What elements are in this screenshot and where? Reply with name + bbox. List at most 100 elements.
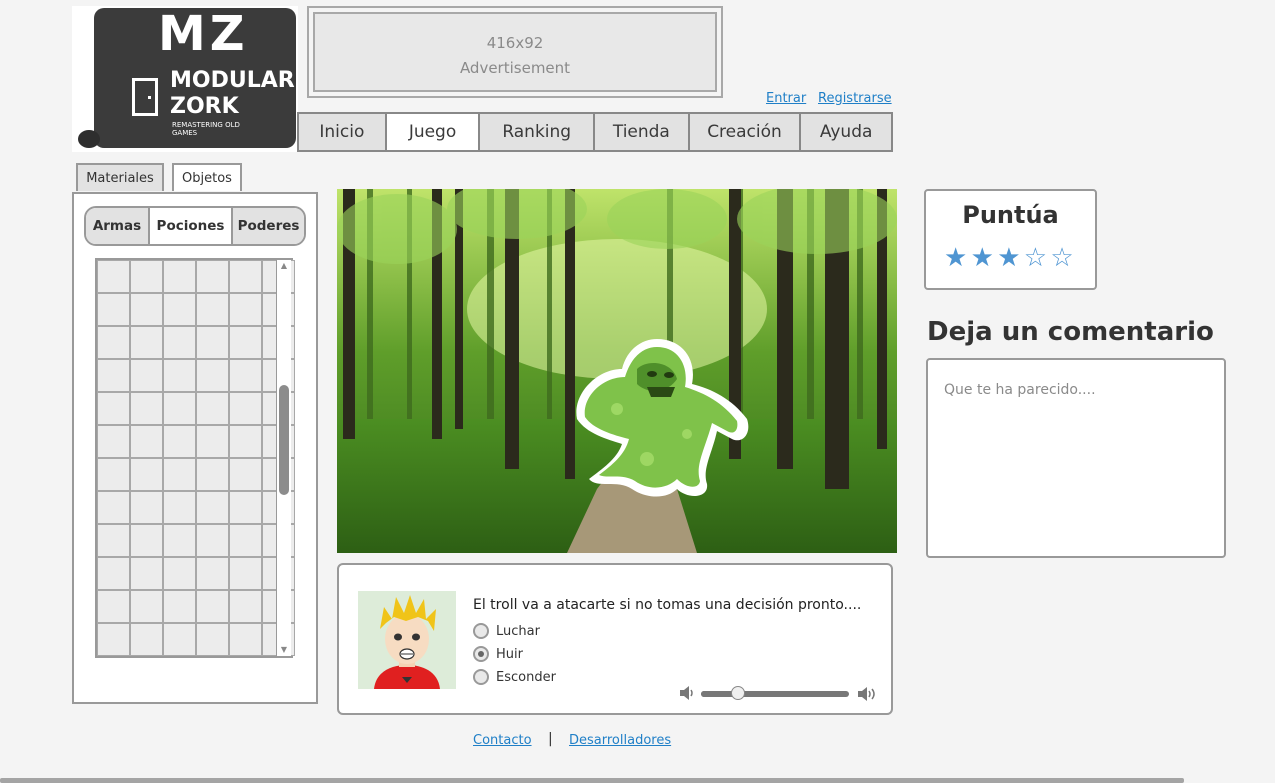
volume-high-icon[interactable]	[857, 686, 879, 702]
tab-materiales[interactable]: Materiales	[76, 163, 164, 191]
tab-tienda[interactable]: Tienda	[595, 114, 690, 150]
subtab-armas[interactable]: Armas	[86, 208, 150, 244]
horizontal-scrollbar[interactable]	[0, 778, 1184, 783]
inventory-slot[interactable]	[97, 590, 130, 623]
inventory-slot[interactable]	[163, 557, 196, 590]
scroll-up-icon[interactable]: ▲	[277, 260, 291, 272]
inventory-slot[interactable]	[196, 260, 229, 293]
inventory-slot[interactable]	[97, 293, 130, 326]
inventory-slot[interactable]	[163, 392, 196, 425]
game-scene[interactable]	[337, 189, 897, 553]
inventory-slot[interactable]	[196, 458, 229, 491]
tab-inicio[interactable]: Inicio	[299, 114, 387, 150]
subtab-pociones[interactable]: Pociones	[150, 208, 233, 244]
inventory-slot[interactable]	[130, 425, 163, 458]
inventory-slot[interactable]	[196, 524, 229, 557]
inventory-slot[interactable]	[97, 524, 130, 557]
tab-ranking[interactable]: Ranking	[480, 114, 595, 150]
rating-stars[interactable]: ★ ★ ★ ☆ ☆	[944, 245, 1077, 271]
inventory-slot[interactable]	[229, 524, 262, 557]
inventory-slot[interactable]	[163, 326, 196, 359]
inventory-slot[interactable]	[163, 458, 196, 491]
tab-ayuda[interactable]: Ayuda	[801, 114, 893, 150]
option-huir[interactable]: Huir	[473, 646, 523, 662]
inventory-slot[interactable]	[163, 260, 196, 293]
advertisement-banner[interactable]: 416x92 Advertisement	[307, 6, 723, 98]
inventory-slot[interactable]	[229, 491, 262, 524]
star-filled-icon[interactable]: ★	[997, 245, 1024, 271]
inventory-slot[interactable]	[97, 425, 130, 458]
inventory-slot[interactable]	[97, 491, 130, 524]
inventory-scrollbar[interactable]: ▲ ▼	[276, 260, 291, 656]
inventory-slot[interactable]	[97, 623, 130, 656]
inventory-slot[interactable]	[229, 458, 262, 491]
inventory-slot[interactable]	[196, 590, 229, 623]
volume-slider-knob[interactable]	[731, 686, 745, 700]
inventory-slot[interactable]	[229, 359, 262, 392]
inventory-slot[interactable]	[97, 557, 130, 590]
inventory-slot[interactable]	[196, 491, 229, 524]
scroll-down-icon[interactable]: ▼	[277, 644, 291, 656]
logo[interactable]: MZ MODULAR ZORK REMASTERING OLD GAMES	[72, 6, 298, 152]
inventory-slot[interactable]	[229, 623, 262, 656]
inventory-slot[interactable]	[130, 458, 163, 491]
inventory-slot[interactable]	[229, 392, 262, 425]
inventory-slot[interactable]	[130, 326, 163, 359]
volume-slider[interactable]	[701, 686, 849, 700]
tab-objetos[interactable]: Objetos	[172, 163, 242, 191]
inventory-slot[interactable]	[130, 557, 163, 590]
inventory-slot[interactable]	[97, 326, 130, 359]
subtab-poderes[interactable]: Poderes	[233, 208, 304, 244]
inventory-slot[interactable]	[163, 491, 196, 524]
inventory-slot[interactable]	[229, 557, 262, 590]
footer-contact-link[interactable]: Contacto	[473, 733, 532, 748]
inventory-slot[interactable]	[196, 293, 229, 326]
inventory-slot[interactable]	[97, 458, 130, 491]
inventory-slot[interactable]	[130, 524, 163, 557]
inventory-slot[interactable]	[130, 359, 163, 392]
inventory-slot[interactable]	[196, 392, 229, 425]
inventory-slot[interactable]	[163, 359, 196, 392]
inventory-slot[interactable]	[229, 425, 262, 458]
inventory-slot[interactable]	[196, 623, 229, 656]
inventory-slot[interactable]	[196, 326, 229, 359]
radio-luchar[interactable]	[473, 623, 489, 639]
inventory-slot[interactable]	[229, 293, 262, 326]
register-link[interactable]: Registrarse	[818, 91, 892, 106]
inventory-slot[interactable]	[97, 392, 130, 425]
inventory-slot[interactable]	[229, 326, 262, 359]
scrollbar-thumb[interactable]	[279, 385, 289, 495]
login-link[interactable]: Entrar	[766, 91, 806, 106]
star-empty-icon[interactable]: ☆	[1024, 245, 1051, 271]
inventory-slot[interactable]	[130, 293, 163, 326]
inventory-slot[interactable]	[163, 623, 196, 656]
star-filled-icon[interactable]: ★	[971, 245, 998, 271]
inventory-slot[interactable]	[229, 590, 262, 623]
inventory-slot[interactable]	[130, 590, 163, 623]
option-luchar[interactable]: Luchar	[473, 623, 540, 639]
option-esconder[interactable]: Esconder	[473, 669, 556, 685]
inventory-slot[interactable]	[163, 293, 196, 326]
star-filled-icon[interactable]: ★	[944, 245, 971, 271]
volume-low-icon[interactable]	[679, 686, 695, 700]
tab-juego[interactable]: Juego	[386, 114, 481, 150]
inventory-slot[interactable]	[229, 260, 262, 293]
inventory-slot[interactable]	[130, 491, 163, 524]
tab-creacion[interactable]: Creación	[689, 114, 802, 150]
inventory-slot[interactable]	[97, 359, 130, 392]
inventory-slot[interactable]	[97, 260, 130, 293]
star-empty-icon[interactable]: ☆	[1050, 245, 1077, 271]
inventory-slot[interactable]	[130, 623, 163, 656]
inventory-slot[interactable]	[196, 425, 229, 458]
footer-developers-link[interactable]: Desarrolladores	[569, 733, 671, 748]
inventory-slot[interactable]	[163, 425, 196, 458]
inventory-slot[interactable]	[130, 392, 163, 425]
radio-esconder[interactable]	[473, 669, 489, 685]
inventory-slot[interactable]	[130, 260, 163, 293]
comment-input[interactable]	[926, 358, 1226, 558]
radio-huir[interactable]	[473, 646, 489, 662]
inventory-slot[interactable]	[196, 557, 229, 590]
inventory-slot[interactable]	[163, 524, 196, 557]
inventory-slot[interactable]	[163, 590, 196, 623]
inventory-slot[interactable]	[196, 359, 229, 392]
